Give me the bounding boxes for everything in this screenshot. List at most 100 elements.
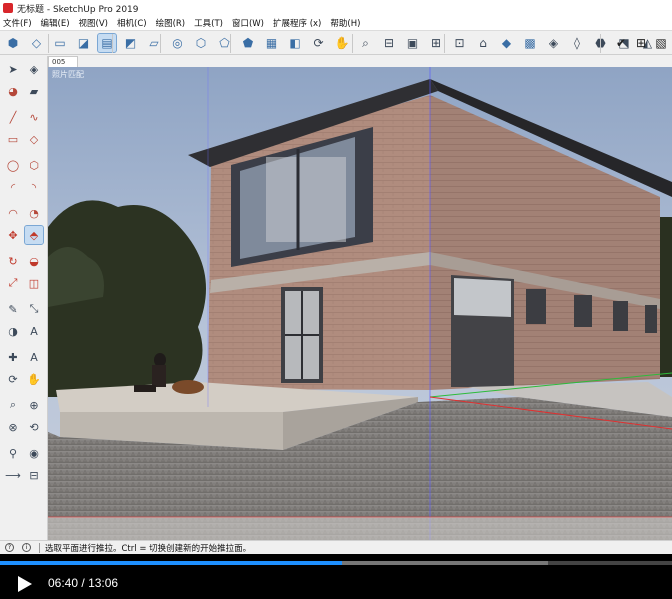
stamp-icon[interactable]: ◈: [545, 34, 563, 52]
toolbar-check-icon[interactable]: ✔: [612, 34, 630, 52]
menu-file[interactable]: 文件(F): [3, 17, 32, 29]
time-display: 06:40 / 13:06: [48, 576, 118, 590]
window-title: 无标题 - SketchUp Pro 2019: [17, 4, 139, 15]
palette-zoom-window-icon[interactable]: ⊕: [25, 396, 43, 414]
toolbar-separator: [444, 34, 445, 53]
wireframe-icon[interactable]: ⬡: [192, 34, 210, 52]
iso-view-icon[interactable]: ⬢: [4, 34, 22, 52]
palette-pie-icon[interactable]: ◔: [25, 204, 43, 222]
toolbar-separator: [352, 34, 353, 53]
palette-dimension-icon[interactable]: ⤡: [25, 300, 43, 318]
menu-window[interactable]: 窗口(W): [232, 17, 264, 29]
palette-scale-icon[interactable]: ⤢: [4, 274, 22, 292]
palette-look-around-icon[interactable]: ◉: [25, 444, 43, 462]
palette-select-icon[interactable]: ➤: [4, 60, 22, 78]
time-separator: /: [81, 576, 85, 590]
menu-extensions[interactable]: 扩展程序 (x): [273, 17, 321, 29]
palette-arc-icon[interactable]: ◜: [4, 178, 22, 196]
video-player: 06:40 / 13:06: [0, 554, 672, 599]
palette-component-icon[interactable]: ◈: [25, 60, 43, 78]
box-icon[interactable]: ◆: [498, 34, 516, 52]
palette-axes-icon[interactable]: ✚: [4, 348, 22, 366]
drawing-viewport[interactable]: 照片匹配: [48, 67, 672, 540]
palette-two-point-arc-icon[interactable]: ◝: [25, 178, 43, 196]
section-display-icon[interactable]: ⊡: [451, 34, 469, 52]
menu-edit[interactable]: 编辑(E): [41, 17, 70, 29]
drape-icon[interactable]: ◊: [568, 34, 586, 52]
section-plane-icon[interactable]: ⊟: [380, 34, 398, 52]
palette-move-icon[interactable]: ✥: [4, 226, 22, 244]
shaded-icon[interactable]: ⬟: [239, 34, 257, 52]
top-view-icon[interactable]: ◇: [28, 34, 46, 52]
palette-polygon-icon[interactable]: ⬡: [25, 156, 43, 174]
scene-tab[interactable]: 005: [48, 56, 78, 67]
sketchup-logo-icon: [3, 3, 13, 13]
sketchup-window: 无标题 - SketchUp Pro 2019 文件(F) 编辑(E) 视图(V…: [0, 0, 672, 599]
palette-rotated-rectangle-icon[interactable]: ◇: [25, 130, 43, 148]
toolbar-layout-icon[interactable]: ▧: [652, 34, 670, 52]
menu-camera[interactable]: 相机(C): [117, 17, 147, 29]
menu-help[interactable]: 帮助(H): [330, 17, 360, 29]
current-time: 06:40: [48, 576, 79, 590]
palette-section-plane-icon[interactable]: ⊟: [25, 466, 43, 484]
palette-text-icon[interactable]: A: [25, 322, 43, 340]
palette-zoom-extents-icon[interactable]: ⊗: [4, 418, 22, 436]
status-message: 选取平面进行推拉。Ctrl = 切换创建新的开始推拉面。: [45, 543, 252, 554]
palette-offset-icon[interactable]: ◫: [25, 274, 43, 292]
menu-view[interactable]: 视图(V): [79, 17, 108, 29]
palette-protractor-icon[interactable]: ◑: [4, 322, 22, 340]
info-icon[interactable]: i: [22, 543, 31, 552]
palette-line-icon[interactable]: ╱: [4, 108, 22, 126]
match-photo-image: [48, 67, 672, 540]
menu-bar: 文件(F) 编辑(E) 视图(V) 相机(C) 绘图(R) 工具(T) 窗口(W…: [0, 16, 672, 30]
main-toolbar: ⬢◇▭◪▤◩▱◎⬡⬠⬟▦◧⟳✋⌕⊟▣⊞⊡⌂◆▩◈◊⬣⬔◭✔⊞▧: [0, 30, 672, 55]
section-fill-icon[interactable]: ▣: [404, 34, 422, 52]
palette-freehand-icon[interactable]: ∿: [25, 108, 43, 126]
duration: 13:06: [88, 576, 119, 590]
palette-orbit-icon[interactable]: ⟳: [4, 370, 22, 388]
palette-position-camera-icon[interactable]: ⚲: [4, 444, 22, 462]
play-icon[interactable]: [14, 574, 34, 594]
menu-draw[interactable]: 绘图(R): [156, 17, 186, 29]
back-view-icon[interactable]: ▤: [97, 33, 117, 53]
palette-previous-icon[interactable]: ⟲: [25, 418, 43, 436]
lock-icon[interactable]: ⌂: [474, 34, 492, 52]
palette-3d-text-icon[interactable]: A: [25, 348, 43, 366]
toolbar-separator: [160, 34, 161, 53]
xray-icon[interactable]: ◎: [169, 34, 187, 52]
progress-fill: [0, 561, 343, 565]
orbit-icon[interactable]: ⟳: [310, 34, 328, 52]
zoom-icon[interactable]: ⌕: [357, 34, 375, 52]
palette-follow-me-icon[interactable]: ◒: [25, 252, 43, 270]
palette-walk-icon[interactable]: ⟶: [4, 466, 22, 484]
palette-rotate-icon[interactable]: ↻: [4, 252, 22, 270]
front-view-icon[interactable]: ▭: [51, 34, 69, 52]
shaded-texture-icon[interactable]: ▦: [263, 34, 281, 52]
palette-eraser-icon[interactable]: ▰: [25, 82, 43, 100]
status-bar: ? i 选取平面进行推拉。Ctrl = 切换创建新的开始推拉面。: [0, 540, 672, 554]
pan-icon[interactable]: ✋: [333, 34, 351, 52]
left-view-icon[interactable]: ◩: [122, 34, 140, 52]
sandbox-icon[interactable]: ▩: [521, 34, 539, 52]
right-view-icon[interactable]: ◪: [75, 34, 93, 52]
menu-tools[interactable]: 工具(T): [194, 17, 223, 29]
palette-three-point-arc-icon[interactable]: ◠: [4, 204, 22, 222]
palette-push-pull-icon[interactable]: ⬘: [24, 225, 44, 245]
status-divider: [39, 542, 40, 553]
palette-paint-bucket-icon[interactable]: ◕: [4, 82, 22, 100]
toolbar-separator: [230, 34, 231, 53]
toolbar-separator: [600, 34, 601, 53]
palette-circle-icon[interactable]: ◯: [4, 156, 22, 174]
palette-tape-measure-icon[interactable]: ✎: [4, 300, 22, 318]
progress-bar[interactable]: [0, 561, 672, 565]
section-cut-icon[interactable]: ⊞: [427, 34, 445, 52]
monochrome-icon[interactable]: ◧: [286, 34, 304, 52]
toolbar-table-icon[interactable]: ⊞: [632, 34, 650, 52]
palette-zoom-icon[interactable]: ⌕: [4, 396, 22, 414]
geolocation-icon[interactable]: ?: [5, 543, 14, 552]
title-bar: 无标题 - SketchUp Pro 2019: [0, 0, 672, 16]
toolbar-separator: [48, 34, 49, 53]
palette-pan-icon[interactable]: ✋: [25, 370, 43, 388]
match-photo-label: 照片匹配: [52, 70, 84, 79]
palette-rectangle-icon[interactable]: ▭: [4, 130, 22, 148]
